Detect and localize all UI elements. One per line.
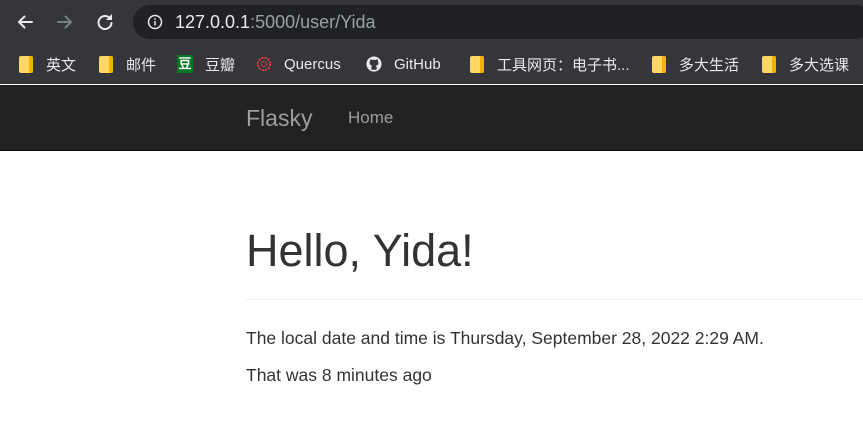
relative-time-text: That was 8 minutes ago — [246, 365, 432, 385]
nav-link-home[interactable]: Home — [348, 108, 393, 128]
bookmark-label: 工具网页：电子书... — [497, 56, 630, 74]
heading-divider — [246, 299, 863, 300]
bookmarks-bar: 英文 邮件 豆 豆瓣 Quercus GitHub 工具网页：电子书... 多大… — [0, 44, 863, 84]
quercus-icon — [256, 55, 272, 73]
folder-icon — [469, 55, 485, 73]
bookmark-uoft-courses[interactable]: 多大选课 — [761, 52, 849, 76]
folder-icon — [18, 55, 34, 73]
folder-icon — [651, 55, 667, 73]
bookmark-label: GitHub — [394, 55, 441, 73]
page-heading: Hello, Yida! — [246, 225, 474, 276]
reload-button[interactable] — [91, 8, 119, 36]
bookmark-label: 英文 — [46, 56, 77, 74]
bookmark-label: 多大选课 — [789, 56, 850, 74]
bookmark-label: Quercus — [284, 55, 341, 73]
local-datetime-text: The local date and time is Thursday, Sep… — [246, 328, 764, 348]
forward-arrow-icon — [57, 15, 72, 29]
url-path: :5000/user/Yida — [250, 12, 376, 32]
github-icon — [366, 55, 382, 73]
url-host: 127.0.0.1 — [175, 12, 251, 32]
douban-icon: 豆 — [177, 55, 193, 73]
bookmark-douban[interactable]: 豆 豆瓣 — [177, 52, 235, 76]
folder-icon — [98, 55, 114, 73]
bookmark-label: 邮件 — [126, 56, 157, 74]
browser-toolbar: 127.0.0.1:5000/user/Yida — [0, 0, 863, 44]
back-button[interactable] — [11, 8, 39, 36]
bookmark-github[interactable]: GitHub — [366, 52, 441, 76]
folder-icon — [761, 55, 777, 73]
address-bar[interactable]: 127.0.0.1:5000/user/Yida — [133, 5, 863, 39]
app-navbar: Flasky Home — [0, 85, 863, 151]
bookmark-english[interactable]: 英文 — [18, 52, 76, 76]
navbar-brand[interactable]: Flasky — [246, 105, 312, 131]
bookmark-quercus[interactable]: Quercus — [256, 52, 341, 76]
url-text: 127.0.0.1:5000/user/Yida — [175, 11, 376, 33]
bookmark-mail[interactable]: 邮件 — [98, 52, 156, 76]
forward-button[interactable] — [51, 8, 79, 36]
bookmark-label: 豆瓣 — [205, 56, 236, 74]
back-arrow-icon — [18, 15, 33, 29]
bookmark-uoft-life[interactable]: 多大生活 — [651, 52, 739, 76]
site-info-icon[interactable] — [147, 14, 163, 30]
reload-icon — [97, 14, 113, 30]
bookmark-label: 多大生活 — [679, 56, 740, 74]
bookmark-tools-ebooks[interactable]: 工具网页：电子书... — [469, 52, 630, 76]
